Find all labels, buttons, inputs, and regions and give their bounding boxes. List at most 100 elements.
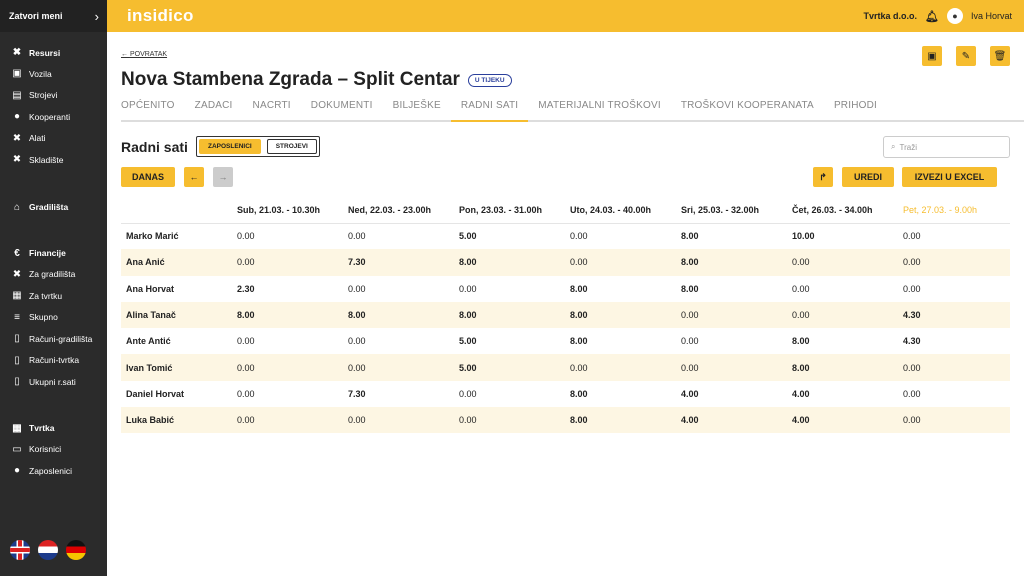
hours-cell: 0.00 (676, 301, 787, 329)
previous-week-button[interactable]: ← (184, 167, 204, 187)
sidebar-item-label: Zaposlenici (29, 465, 72, 476)
tab-zadaci[interactable]: ZADACI (185, 94, 243, 120)
document-icon: ▯ (14, 376, 20, 388)
today-button[interactable]: DANAS (121, 167, 175, 187)
tools-icon: ✖ (12, 154, 22, 166)
delete-button[interactable]: 🗑︎ (990, 46, 1010, 66)
tab-radni-sati[interactable]: RADNI SATI (450, 94, 529, 122)
sidebar-item-strojevi[interactable]: ▤ Strojevi (0, 85, 107, 107)
hours-cell: 4.00 (792, 388, 810, 399)
sidebar-item-label: Skladište (29, 154, 64, 165)
hours-cell: 0.00 (237, 231, 255, 242)
table-row[interactable]: Ana Anić 0.00 7.30 8.00 0.00 8.00 0.00 0.00 (121, 249, 1010, 276)
tab-troskovi-kooperanata[interactable]: TROŠKOVI KOOPERANATA (671, 94, 824, 120)
tab-prihodi[interactable]: PRIHODI (824, 94, 887, 120)
sidebar-item-zaposlenici[interactable]: ● Zaposlenici (0, 460, 107, 482)
tab-dokumenti[interactable]: DOKUMENTI (301, 94, 383, 120)
table-row[interactable]: Ante Antić 0.00 0.00 5.00 8.00 0.00 8.00 4.30 (121, 328, 1010, 354)
hours-cell: 8.00 (681, 231, 699, 242)
hours-cell: 8.00 (454, 301, 565, 329)
hours-cell: 0.00 (232, 249, 343, 276)
table-row[interactable]: Marko Marić 0.00 0.00 5.00 0.00 8.00 10.00 0.00 (121, 223, 1010, 249)
sidebar-item-label: Za gradilišta (29, 269, 76, 280)
app-logo[interactable]: insidico (127, 6, 194, 26)
section-title: Radni sati (121, 139, 188, 155)
sidebar-section-financije[interactable]: € Financije (0, 243, 107, 264)
hours-cell: 0.00 (903, 283, 921, 294)
tab-opcenito[interactable]: OPĆENITO (121, 94, 185, 120)
table-row[interactable]: Luka Babić 0.00 0.00 0.00 8.00 4.00 4.00 0.00 (121, 407, 1010, 434)
hours-cell: 4.00 (676, 407, 787, 434)
table-row[interactable]: Daniel Horvat 0.00 7.30 0.00 8.00 4.00 4.00 0.0… (121, 381, 1010, 407)
sidebar-item-vozila[interactable]: ▣ Vozila (0, 63, 107, 85)
hours-cell: 0.00 (570, 231, 588, 242)
search-input[interactable]: ⌕ Traži (883, 136, 1010, 158)
arrow-left-icon: ← (189, 172, 199, 182)
table-row[interactable]: Ana Horvat 2.30 0.00 0.00 8.00 8.00 0.00 0.00 (121, 276, 1010, 302)
excavator-icon: ▤ (12, 89, 22, 101)
user-name[interactable]: Iva Horvat (971, 11, 1012, 21)
bell-icon[interactable]: 🔔︎ (925, 10, 939, 23)
sidebar-item-skladiste[interactable]: ✖ Skladište (0, 149, 107, 171)
sidebar-item-racuni-gradilista[interactable]: ▯ Računi-gradilišta (0, 328, 107, 350)
hours-cell: 0.00 (898, 249, 1010, 276)
hours-cell: 10.00 (792, 231, 815, 242)
sidebar-item-label: Alati (29, 133, 46, 144)
tab-nacrti[interactable]: NACRTI (243, 94, 301, 120)
column-header: Uto, 24.03. - 40.00h (565, 197, 676, 224)
hours-cell: 0.00 (348, 231, 366, 242)
archive-button[interactable]: ▣ (922, 46, 942, 66)
sidebar-section-tvrtka[interactable]: ▦ Tvrtka (0, 418, 107, 439)
hours-cell: 8.00 (676, 249, 787, 276)
sidebar-section-gradilista[interactable]: ⌂ Gradilišta (0, 197, 107, 218)
sidebar-section-label: Tvrtka (29, 423, 55, 433)
resource-type-toggle: ZAPOSLENICI STROJEVI (196, 136, 320, 157)
column-header-today: Pet, 27.03. - 9.00h (898, 197, 1010, 224)
hours-cell: 4.30 (898, 301, 1010, 329)
hours-cell: 0.00 (792, 283, 810, 294)
hours-cell: 0.00 (903, 231, 921, 242)
language-switcher (10, 540, 86, 560)
sidebar-item-za-gradilista[interactable]: ✖ Za gradilišta (0, 264, 107, 286)
table-toolbar: DANAS ← → ↱ UREDI IZVEZI U EXCEL (121, 167, 1010, 187)
table-row[interactable]: Ivan Tomić 0.00 0.00 5.00 0.00 0.00 8.00 0.00 (121, 354, 1010, 381)
euro-icon: € (14, 247, 20, 259)
edit-button[interactable]: ✎ (956, 46, 976, 66)
uk-flag-icon[interactable] (10, 540, 30, 560)
next-week-button[interactable]: → (213, 167, 233, 187)
sidebar-item-label: Korisnici (29, 444, 62, 455)
sidebar-item-skupno[interactable]: ≡ Skupno (0, 307, 107, 329)
croatia-flag-icon[interactable] (38, 540, 58, 560)
sidebar-item-ukupni-rsati[interactable]: ▯ Ukupni r.sati (0, 371, 107, 393)
sidebar-item-alati[interactable]: ✖ Alati (0, 128, 107, 150)
sidebar-toggle[interactable]: Zatvori meni › (0, 0, 107, 32)
sidebar-item-label: Strojevi (29, 90, 58, 101)
sidebar-item-racuni-tvrtka[interactable]: ▯ Računi-tvrtka (0, 350, 107, 372)
edit-hours-button[interactable]: UREDI (842, 167, 894, 187)
hours-cell: 0.00 (787, 249, 898, 276)
document-icon: ▯ (14, 354, 20, 366)
toggle-zaposlenici[interactable]: ZAPOSLENICI (199, 139, 261, 154)
sidebar-item-kooperanti[interactable]: ● Kooperanti (0, 106, 107, 128)
germany-flag-icon[interactable] (66, 540, 86, 560)
tab-materijalni-troskovi[interactable]: MATERIJALNI TROŠKOVI (528, 94, 671, 120)
employee-name: Ante Antić (126, 336, 171, 347)
refresh-button[interactable]: ↱ (813, 167, 833, 187)
hours-cell: 8.00 (343, 301, 454, 329)
sidebar-item-korisnici[interactable]: ▭ Korisnici (0, 439, 107, 461)
hours-cell: 0.00 (898, 407, 1010, 434)
tab-biljeske[interactable]: BILJEŠKE (383, 94, 451, 120)
share-icon: ↱ (819, 171, 827, 182)
avatar[interactable]: ● (946, 8, 963, 24)
chevron-right-icon: › (94, 8, 99, 24)
hours-cell: 8.00 (681, 283, 699, 294)
sidebar-section-resursi[interactable]: ✖ Resursi (0, 42, 107, 63)
id-card-icon: ▭ (12, 443, 22, 455)
table-row[interactable]: Alina Tanač 8.00 8.00 8.00 8.00 0.00 0.00 4.30 (121, 301, 1010, 329)
hours-cell: 8.00 (570, 283, 588, 294)
back-link[interactable]: ← POVRATAK (121, 51, 167, 58)
export-excel-button[interactable]: IZVEZI U EXCEL (902, 167, 997, 187)
sidebar-item-label: Ukupni r.sati (29, 376, 76, 387)
toggle-strojevi[interactable]: STROJEVI (266, 139, 317, 154)
sidebar-item-za-tvrtku[interactable]: ▦ Za tvrtku (0, 285, 107, 307)
